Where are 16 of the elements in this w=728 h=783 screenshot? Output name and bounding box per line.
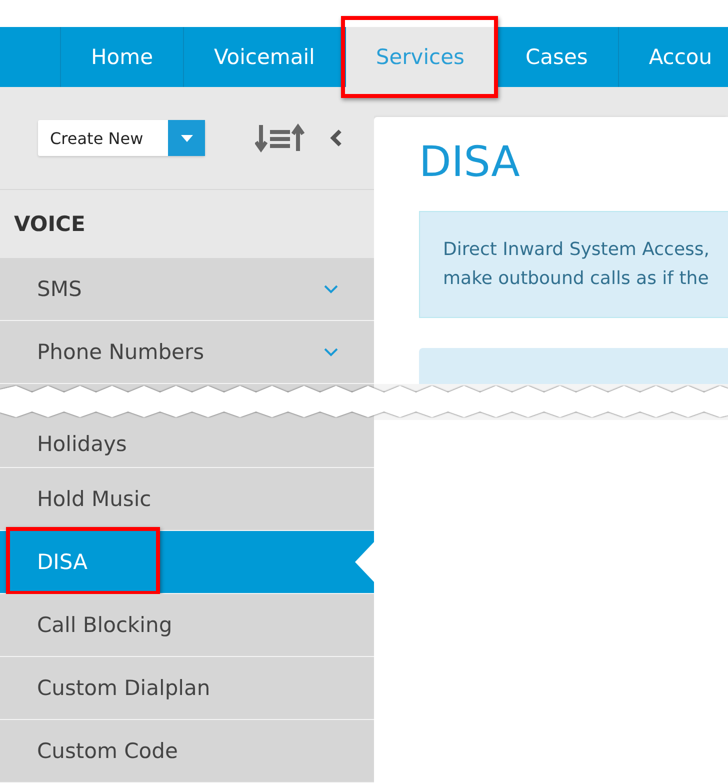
section-header: VOICE — [13, 211, 86, 238]
sort-icon[interactable] — [255, 123, 305, 153]
sidebar-item[interactable]: Holidays — [0, 420, 374, 468]
collapse-chevron-icon[interactable] — [330, 129, 342, 147]
sidebar-item[interactable]: Phone Numbers — [0, 321, 374, 384]
active-pointer-icon — [355, 542, 374, 582]
sidebar-item[interactable]: Custom Code — [0, 720, 374, 783]
page-title: DISA — [419, 137, 521, 188]
sidebar-item[interactable]: Call Blocking — [0, 594, 374, 657]
caret-icon — [180, 134, 192, 142]
create-new-dropdown[interactable]: Create New — [38, 120, 205, 156]
sidebar-item[interactable]: Custom Dialplan — [0, 657, 374, 720]
sidebar-item[interactable]: SMS — [0, 258, 374, 321]
info-text: make outbound calls as if the — [443, 267, 710, 291]
sidebar-item[interactable]: Hold Music — [0, 468, 374, 531]
info-text: Direct Inward System Access, — [443, 238, 711, 262]
